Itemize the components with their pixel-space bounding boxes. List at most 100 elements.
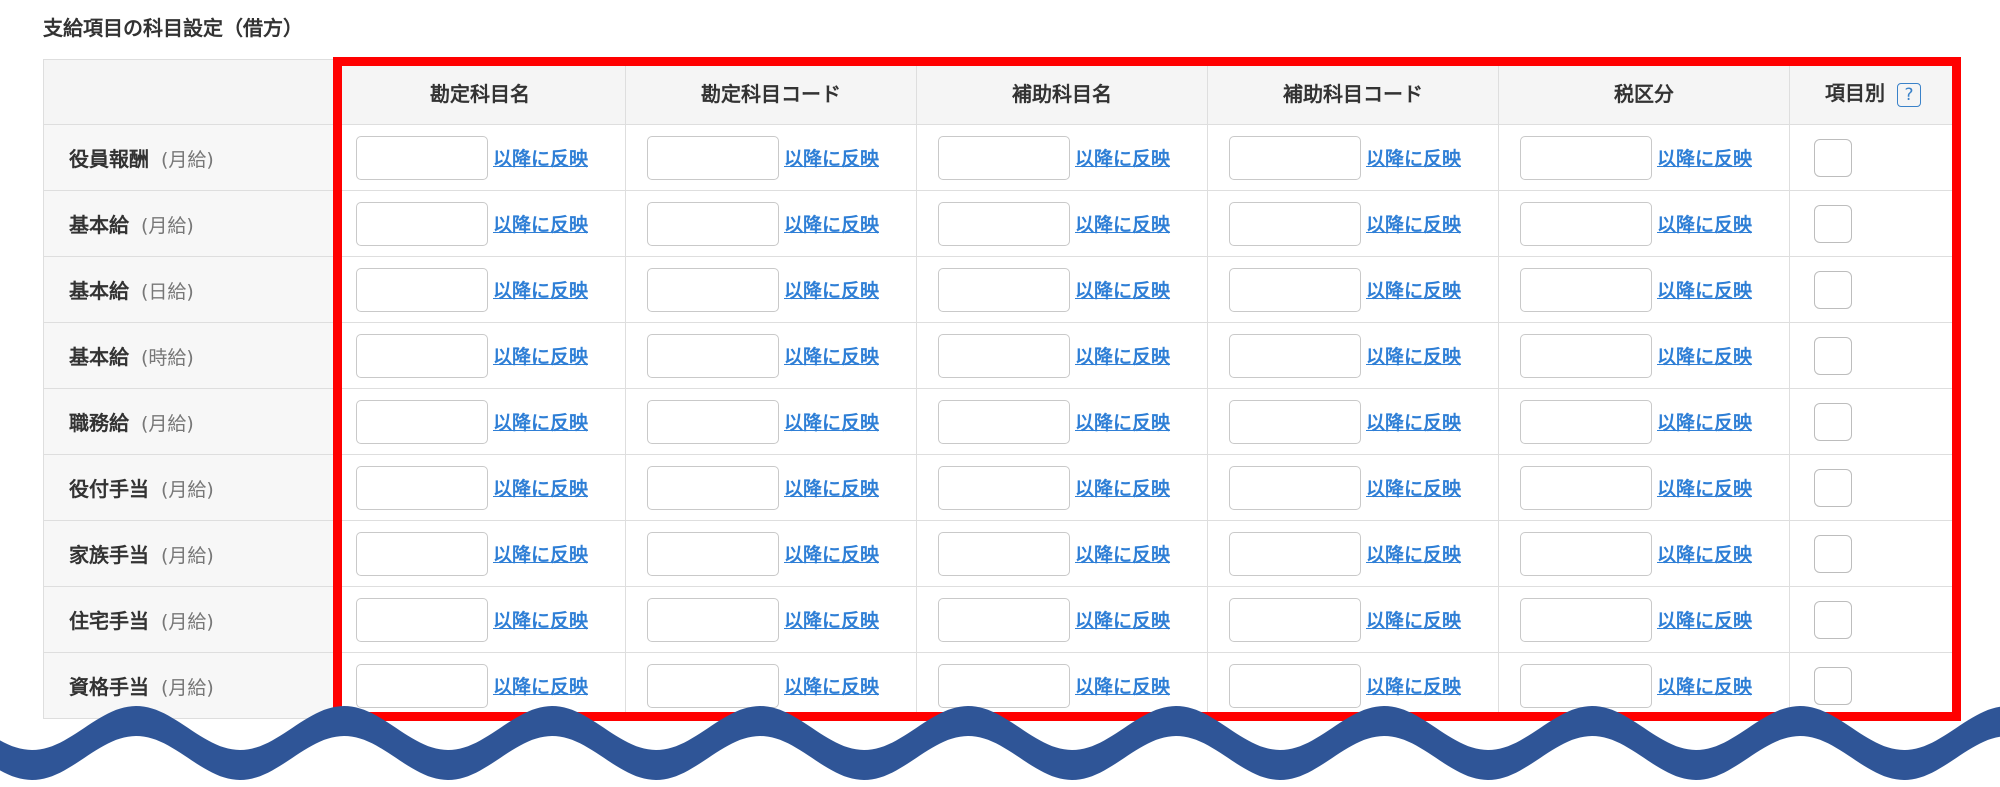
account-name-input[interactable] bbox=[356, 399, 488, 444]
help-icon[interactable]: ? bbox=[1897, 82, 1921, 107]
apply-below-link[interactable]: 以降に反映 bbox=[493, 276, 588, 303]
apply-below-link[interactable]: 以降に反映 bbox=[1366, 276, 1461, 303]
apply-below-link[interactable]: 以降に反映 bbox=[1075, 276, 1170, 303]
apply-below-link[interactable]: 以降に反映 bbox=[1657, 144, 1752, 171]
apply-below-link[interactable]: 以降に反映 bbox=[1657, 540, 1752, 567]
sub-account-code-input[interactable] bbox=[1229, 333, 1361, 378]
apply-below-link[interactable]: 以降に反映 bbox=[493, 408, 588, 435]
apply-below-link[interactable]: 以降に反映 bbox=[493, 540, 588, 567]
apply-below-link[interactable]: 以降に反映 bbox=[784, 474, 879, 501]
account-code-input[interactable] bbox=[647, 531, 779, 576]
per-item-checkbox[interactable] bbox=[1814, 468, 1852, 507]
cell-sub-account-code: 以降に反映 bbox=[1207, 520, 1499, 587]
per-item-checkbox[interactable] bbox=[1814, 600, 1852, 639]
apply-below-link[interactable]: 以降に反映 bbox=[784, 144, 879, 171]
apply-below-link[interactable]: 以降に反映 bbox=[784, 540, 879, 567]
apply-below-link[interactable]: 以降に反映 bbox=[1075, 408, 1170, 435]
sub-account-code-input[interactable] bbox=[1229, 399, 1361, 444]
apply-below-link[interactable]: 以降に反映 bbox=[1366, 606, 1461, 633]
tax-category-input[interactable] bbox=[1520, 267, 1652, 312]
apply-below-link[interactable]: 以降に反映 bbox=[784, 276, 879, 303]
account-code-input[interactable] bbox=[647, 135, 779, 180]
account-code-input[interactable] bbox=[647, 399, 779, 444]
apply-below-link[interactable]: 以降に反映 bbox=[1075, 672, 1170, 699]
sub-account-code-input[interactable] bbox=[1229, 201, 1361, 246]
apply-below-link[interactable]: 以降に反映 bbox=[1075, 606, 1170, 633]
tax-category-input[interactable] bbox=[1520, 333, 1652, 378]
cell-content: 以降に反映 bbox=[1208, 465, 1498, 510]
apply-below-link[interactable]: 以降に反映 bbox=[784, 672, 879, 699]
tax-category-input[interactable] bbox=[1520, 465, 1652, 510]
account-name-input[interactable] bbox=[356, 201, 488, 246]
account-name-input[interactable] bbox=[356, 267, 488, 312]
per-item-checkbox[interactable] bbox=[1814, 270, 1852, 309]
apply-below-link[interactable]: 以降に反映 bbox=[784, 408, 879, 435]
row-pay-type: (月給) bbox=[161, 479, 214, 501]
account-name-input[interactable] bbox=[356, 135, 488, 180]
apply-below-link[interactable]: 以降に反映 bbox=[1657, 606, 1752, 633]
apply-below-link[interactable]: 以降に反映 bbox=[1657, 276, 1752, 303]
account-name-input[interactable] bbox=[356, 465, 488, 510]
sub-account-code-input[interactable] bbox=[1229, 531, 1361, 576]
per-item-checkbox[interactable] bbox=[1814, 336, 1852, 375]
account-code-input[interactable] bbox=[647, 267, 779, 312]
apply-below-link[interactable]: 以降に反映 bbox=[1657, 408, 1752, 435]
sub-account-name-input[interactable] bbox=[938, 465, 1070, 510]
account-code-input[interactable] bbox=[647, 333, 779, 378]
apply-below-link[interactable]: 以降に反映 bbox=[493, 342, 588, 369]
per-item-checkbox[interactable] bbox=[1814, 402, 1852, 441]
apply-below-link[interactable]: 以降に反映 bbox=[493, 474, 588, 501]
sub-account-name-input[interactable] bbox=[938, 399, 1070, 444]
per-item-checkbox[interactable] bbox=[1814, 666, 1852, 705]
apply-below-link[interactable]: 以降に反映 bbox=[784, 606, 879, 633]
account-code-input[interactable] bbox=[647, 201, 779, 246]
apply-below-link[interactable]: 以降に反映 bbox=[1366, 144, 1461, 171]
sub-account-name-input[interactable] bbox=[938, 531, 1070, 576]
apply-below-link[interactable]: 以降に反映 bbox=[493, 672, 588, 699]
sub-account-name-input[interactable] bbox=[938, 267, 1070, 312]
sub-account-code-input[interactable] bbox=[1229, 597, 1361, 642]
sub-account-name-input[interactable] bbox=[938, 135, 1070, 180]
apply-below-link[interactable]: 以降に反映 bbox=[1075, 474, 1170, 501]
table-body: 役員報酬 (月給) 以降に反映 以降に反映 以降に反映 以降に反映 以降に反映 基本給 (月給)… bbox=[43, 124, 1957, 719]
apply-below-link[interactable]: 以降に反映 bbox=[493, 606, 588, 633]
cell-sub-account-code: 以降に反映 bbox=[1207, 454, 1499, 521]
per-item-checkbox[interactable] bbox=[1814, 138, 1852, 177]
apply-below-link[interactable]: 以降に反映 bbox=[1366, 540, 1461, 567]
apply-below-link[interactable]: 以降に反映 bbox=[1366, 210, 1461, 237]
sub-account-code-input[interactable] bbox=[1229, 465, 1361, 510]
apply-below-link[interactable]: 以降に反映 bbox=[784, 342, 879, 369]
account-code-input[interactable] bbox=[647, 465, 779, 510]
account-code-input[interactable] bbox=[647, 597, 779, 642]
tax-category-input[interactable] bbox=[1520, 201, 1652, 246]
apply-below-link[interactable]: 以降に反映 bbox=[493, 210, 588, 237]
tax-category-input[interactable] bbox=[1520, 135, 1652, 180]
apply-below-link[interactable]: 以降に反映 bbox=[1366, 672, 1461, 699]
per-item-checkbox[interactable] bbox=[1814, 204, 1852, 243]
apply-below-link[interactable]: 以降に反映 bbox=[1075, 210, 1170, 237]
apply-below-link[interactable]: 以降に反映 bbox=[1075, 144, 1170, 171]
apply-below-link[interactable]: 以降に反映 bbox=[784, 210, 879, 237]
apply-below-link[interactable]: 以降に反映 bbox=[1657, 210, 1752, 237]
apply-below-link[interactable]: 以降に反映 bbox=[1366, 342, 1461, 369]
apply-below-link[interactable]: 以降に反映 bbox=[1657, 474, 1752, 501]
sub-account-code-input[interactable] bbox=[1229, 135, 1361, 180]
apply-below-link[interactable]: 以降に反映 bbox=[1366, 408, 1461, 435]
account-name-input[interactable] bbox=[356, 597, 488, 642]
sub-account-name-input[interactable] bbox=[938, 597, 1070, 642]
apply-below-link[interactable]: 以降に反映 bbox=[1366, 474, 1461, 501]
apply-below-link[interactable]: 以降に反映 bbox=[1075, 342, 1170, 369]
apply-below-link[interactable]: 以降に反映 bbox=[1657, 342, 1752, 369]
tax-category-input[interactable] bbox=[1520, 597, 1652, 642]
apply-below-link[interactable]: 以降に反映 bbox=[493, 144, 588, 171]
account-name-input[interactable] bbox=[356, 531, 488, 576]
tax-category-input[interactable] bbox=[1520, 531, 1652, 576]
account-name-input[interactable] bbox=[356, 333, 488, 378]
sub-account-name-input[interactable] bbox=[938, 201, 1070, 246]
per-item-checkbox[interactable] bbox=[1814, 534, 1852, 573]
sub-account-code-input[interactable] bbox=[1229, 267, 1361, 312]
sub-account-name-input[interactable] bbox=[938, 333, 1070, 378]
apply-below-link[interactable]: 以降に反映 bbox=[1075, 540, 1170, 567]
tax-category-input[interactable] bbox=[1520, 399, 1652, 444]
apply-below-link[interactable]: 以降に反映 bbox=[1657, 672, 1752, 699]
